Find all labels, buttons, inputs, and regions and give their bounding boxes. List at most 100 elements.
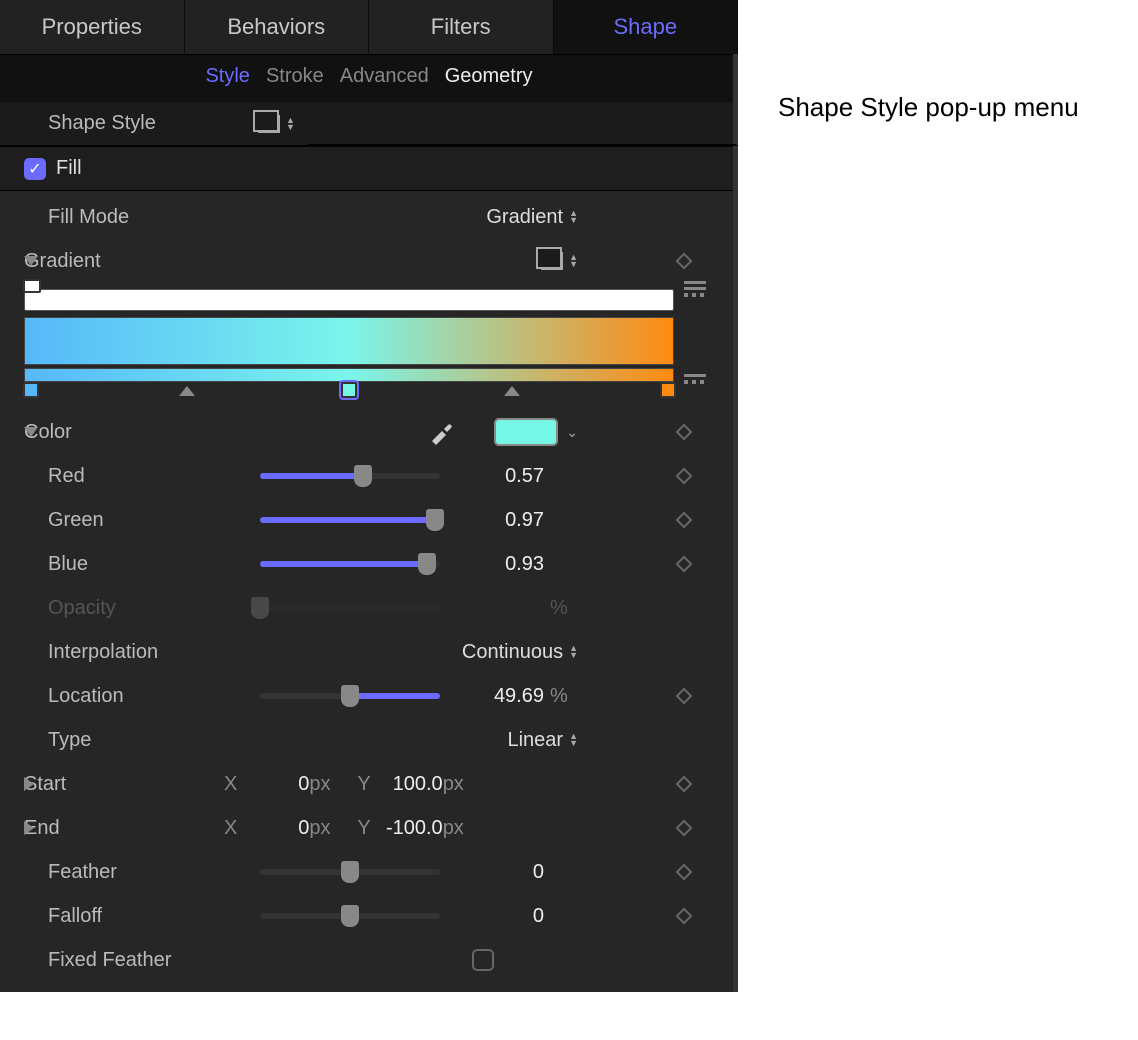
location-slider[interactable] [260,693,440,699]
subtab-advanced[interactable]: Advanced [340,65,429,88]
shape-subtabs: Style Stroke Advanced Geometry [0,55,738,102]
blue-row: Blue 0.93 [0,542,738,586]
preset-icon [541,252,563,270]
color-swatch[interactable] [494,418,558,446]
location-row: Location 49.69 % [0,674,738,718]
opacity-slider [260,605,440,611]
inspector-panel: Properties Behaviors Filters Shape Style… [0,0,738,992]
opacity-stop[interactable] [23,279,41,293]
falloff-slider[interactable] [260,913,440,919]
distribute-opacity-icon[interactable] [684,281,706,299]
px-unit: px [309,773,337,796]
shape-style-label: Shape Style [48,112,248,135]
gradient-preset-popup[interactable]: ▲▼ [541,252,578,270]
fill-enable-checkbox[interactable]: ✓ [24,158,46,180]
green-slider[interactable] [260,517,440,523]
eyedropper-icon[interactable] [428,419,454,445]
interpolation-value: Continuous [462,641,563,664]
type-popup[interactable]: Linear ▲▼ [507,729,578,752]
shape-style-popup[interactable]: ▲▼ [258,115,295,133]
tab-shape[interactable]: Shape [554,0,739,54]
feather-value[interactable]: 0 [440,861,550,884]
type-value: Linear [507,729,563,752]
color-stop[interactable] [341,382,357,398]
preset-icon [258,115,280,133]
blue-slider[interactable] [260,561,440,567]
falloff-row: Falloff 0 [0,894,738,938]
feather-row: Feather 0 [0,850,738,894]
gradient-edge-strip [24,368,674,382]
green-value[interactable]: 0.97 [440,509,550,532]
tab-filters[interactable]: Filters [369,0,554,54]
red-row: Red 0.57 [0,454,738,498]
gradient-color-strip[interactable] [24,317,674,365]
type-label: Type [48,729,248,752]
gradient-row: Gradient ▲▼ [0,239,738,283]
interpolation-popup[interactable]: Continuous ▲▼ [462,641,578,664]
opacity-row: Opacity % [0,586,738,630]
gradient-stops [24,382,674,400]
updown-icon: ▲▼ [569,645,578,659]
green-label: Green [48,509,248,532]
red-slider[interactable] [260,473,440,479]
updown-icon: ▲▼ [569,254,578,268]
color-row: Color ⌄ [0,410,738,454]
location-value[interactable]: 49.69 [440,685,550,708]
disclosure-triangle-icon[interactable] [24,821,34,835]
start-y-value[interactable]: 100.0 [383,773,443,796]
type-row: Type Linear ▲▼ [0,718,738,762]
distribute-color-icon[interactable] [684,374,706,392]
updown-icon: ▲▼ [286,117,295,131]
px-unit: px [443,817,471,840]
start-x-value[interactable]: 0 [249,773,309,796]
fixed-feather-label: Fixed Feather [48,949,248,972]
tab-properties[interactable]: Properties [0,0,185,54]
feather-label: Feather [48,861,248,884]
opacity-label: Opacity [48,597,248,620]
y-label: Y [357,817,370,840]
end-label: End [24,817,224,840]
falloff-value[interactable]: 0 [440,905,550,928]
annotation-label: Shape Style pop-up menu [738,0,1079,123]
blue-value[interactable]: 0.93 [440,553,550,576]
subtab-style[interactable]: Style [205,65,249,88]
disclosure-triangle-icon[interactable] [24,427,38,437]
fill-mode-label: Fill Mode [48,206,248,229]
red-value[interactable]: 0.57 [440,465,550,488]
gradient-editor [0,283,738,410]
fill-title: Fill [56,157,82,180]
subtab-geometry[interactable]: Geometry [445,65,533,88]
blue-label: Blue [48,553,248,576]
chevron-down-icon[interactable]: ⌄ [566,424,578,441]
end-y-value[interactable]: -100.0 [383,817,443,840]
subtab-stroke[interactable]: Stroke [266,65,324,88]
gradient-opacity-strip[interactable] [24,289,674,311]
disclosure-triangle-icon[interactable] [24,256,38,266]
green-row: Green 0.97 [0,498,738,542]
color-stop[interactable] [660,382,676,398]
end-x-value[interactable]: 0 [249,817,309,840]
fill-body: Fill Mode Gradient ▲▼ Gradient ▲▼ [0,191,738,992]
red-label: Red [48,465,248,488]
x-label: X [224,773,237,796]
updown-icon: ▲▼ [569,733,578,747]
y-label: Y [357,773,370,796]
updown-icon: ▲▼ [569,210,578,224]
tab-behaviors[interactable]: Behaviors [185,0,370,54]
x-label: X [224,817,237,840]
falloff-label: Falloff [48,905,248,928]
feather-slider[interactable] [260,869,440,875]
fill-mode-value: Gradient [486,206,563,229]
opacity-unit: % [550,597,578,620]
start-row: Start X 0 px Y 100.0 px [0,762,738,806]
midpoint-handle[interactable] [504,386,520,396]
fill-mode-row: Fill Mode Gradient ▲▼ [0,195,738,239]
midpoint-handle[interactable] [179,386,195,396]
color-stop[interactable] [23,382,39,398]
location-label: Location [48,685,248,708]
disclosure-triangle-icon[interactable] [24,777,34,791]
fill-mode-popup[interactable]: Gradient ▲▼ [486,206,578,229]
interpolation-row: Interpolation Continuous ▲▼ [0,630,738,674]
interpolation-label: Interpolation [48,641,248,664]
fixed-feather-checkbox[interactable] [472,949,494,971]
